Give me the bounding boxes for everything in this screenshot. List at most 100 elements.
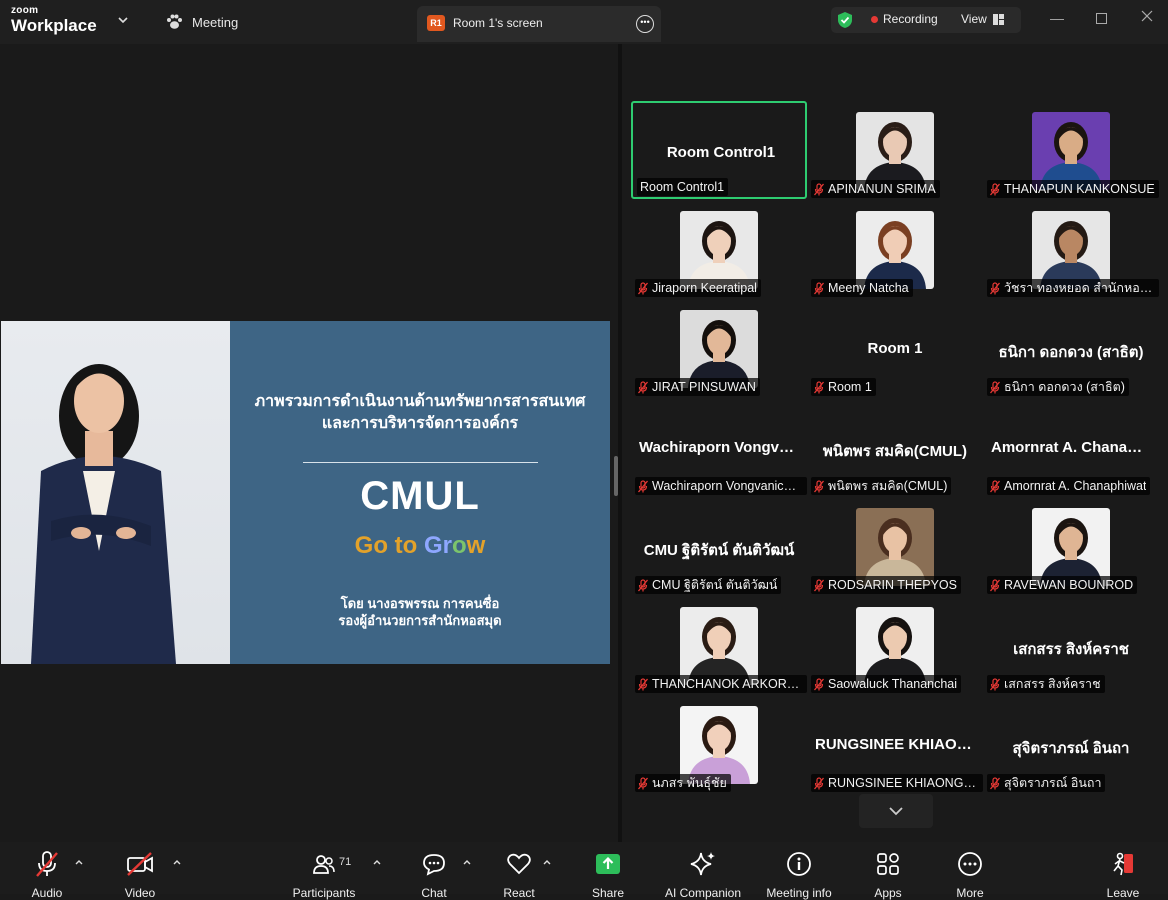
participant-tile[interactable]: RODSARIN THEPYOS: [807, 497, 983, 595]
react-button[interactable]: React: [501, 850, 537, 900]
participant-tile[interactable]: ธนิกา ดอกดวง (สาธิต) ธนิกา ดอกดวง (สาธิต): [983, 299, 1159, 397]
status-bar: Recording View: [831, 7, 1021, 33]
participant-display-name: Room 1: [867, 340, 923, 357]
participant-tile[interactable]: วัชรา ทองหยอด สำนักหอสมุด: [983, 200, 1159, 298]
participant-name-tag: Saowaluck Thananchai: [811, 675, 962, 693]
participant-avatar: [680, 211, 758, 289]
brand-top: zoom: [11, 5, 39, 16]
scroll-down-button[interactable]: [859, 794, 933, 828]
participant-avatar: [680, 310, 758, 388]
microphone-muted-icon: [814, 479, 824, 492]
chevron-down-icon[interactable]: [117, 14, 129, 26]
participant-name-tag: นภสร พันธุ์ชัย: [635, 774, 731, 792]
participant-avatar: [856, 112, 934, 190]
participants-options-caret-icon[interactable]: [372, 858, 382, 866]
participant-tile[interactable]: RAVEWAN BOUNROD: [983, 497, 1159, 595]
view-button[interactable]: View: [961, 12, 1004, 26]
participant-tile[interactable]: APINANUN SRIMA: [807, 101, 983, 199]
info-icon: [787, 852, 811, 876]
presentation-slide: ภาพรวมการดำเนินงานด้านทรัพยากรสารสนเทศ แ…: [1, 321, 610, 664]
participant-tile[interactable]: RUNGSINEE KHIAONGAM RUNGSINEE KHIAONGAM: [807, 695, 983, 793]
video-button[interactable]: Video: [119, 850, 161, 900]
participant-tile[interactable]: Amornrat A. Chanaphiwat Amornrat A. Chana…: [983, 398, 1159, 496]
participant-tile[interactable]: Meeny Natcha: [807, 200, 983, 298]
microphone-muted-icon: [36, 851, 58, 877]
ai-companion-button[interactable]: AI Companion: [661, 850, 745, 900]
chat-button[interactable]: Chat: [416, 850, 452, 900]
tagline-part-a: Go to: [354, 532, 424, 559]
slide-presenter-line1: โดย นางอรพรรณ การคนซื่อ: [340, 596, 500, 611]
participant-name-tag: RAVEWAN BOUNROD: [987, 576, 1138, 594]
participant-name-tag: วัชรา ทองหยอด สำนักหอสมุด: [987, 279, 1159, 297]
slide-presenter: โดย นางอรพรรณ การคนซื่อ รองผู้อำนวยการสำ…: [230, 595, 610, 629]
participant-name: RAVEWAN BOUNROD: [1004, 578, 1134, 592]
apps-button[interactable]: Apps: [870, 850, 906, 900]
participant-tile[interactable]: Saowaluck Thananchai: [807, 596, 983, 694]
tagline-part-b: Gr: [423, 532, 452, 559]
participant-display-name: Wachiraporn Vongvanichphan: [639, 439, 807, 456]
participant-name-tag: สุจิตราภรณ์ อินถา: [987, 774, 1106, 792]
meeting-label: Meeting: [192, 14, 239, 30]
participant-avatar: [1032, 112, 1110, 190]
tagline-part-c: o: [452, 532, 467, 559]
participant-tile[interactable]: THANAPUN KANKONSUE: [983, 101, 1159, 199]
participant-name-tag: Meeny Natcha: [811, 279, 913, 297]
meeting-info-button[interactable]: Meeting info: [762, 850, 836, 900]
participant-tile[interactable]: Jiraporn Keeratipal: [631, 200, 807, 298]
participant-name-tag: THANCHANOK ARKORNSIRI: [635, 675, 807, 693]
microphone-muted-icon: [990, 578, 1000, 591]
participant-tile[interactable]: THANCHANOK ARKORNSIRI: [631, 596, 807, 694]
title-bar: zoom Workplace Meeting R1 Room 1's scree…: [0, 0, 1168, 44]
participant-avatar: [856, 508, 934, 586]
slide-title: CMUL: [360, 474, 480, 518]
chat-icon: [423, 854, 445, 876]
chat-options-caret-icon[interactable]: [462, 858, 472, 866]
participant-name-tag: Room Control1: [637, 178, 729, 196]
participant-display-name: เสกสรร สิงห์คราช: [1013, 641, 1129, 658]
grid-view-icon: [992, 13, 1004, 25]
participant-tile[interactable]: พนิตพร สมคิด(CMUL) พนิตพร สมคิด(CMUL): [807, 398, 983, 496]
share-button[interactable]: Share: [590, 850, 626, 900]
video-options-caret-icon[interactable]: [172, 858, 182, 866]
leave-button[interactable]: Leave: [1105, 850, 1141, 900]
participant-tile[interactable]: เสกสรร สิงห์คราช เสกสรร สิงห์คราช: [983, 596, 1159, 694]
chevron-down-icon: [889, 807, 903, 816]
slide-content-panel: ภาพรวมการดำเนินงานด้านทรัพยากรสารสนเทศ แ…: [230, 321, 610, 664]
recording-label[interactable]: Recording: [883, 12, 938, 26]
participant-name-tag: THANAPUN KANKONSUE: [987, 180, 1159, 198]
minimize-icon[interactable]: —: [1050, 10, 1064, 26]
resize-handle[interactable]: [614, 456, 618, 496]
recording-dot-icon: [871, 16, 878, 23]
meeting-toolbar: Audio Video Participants 71 Chat React S…: [0, 842, 1168, 900]
maximize-icon[interactable]: [1096, 11, 1107, 27]
close-icon[interactable]: [1141, 9, 1153, 25]
more-options-icon[interactable]: •••: [636, 15, 654, 33]
room-badge: R1: [427, 15, 445, 31]
microphone-muted-icon: [990, 380, 1000, 393]
participant-display-name: Amornrat A. Chanaphiwat: [991, 439, 1159, 456]
audio-options-caret-icon[interactable]: [74, 858, 84, 866]
participant-tile[interactable]: Room 1 Room 1: [807, 299, 983, 397]
chat-label: Chat: [421, 886, 447, 900]
participant-tile[interactable]: Room Control1 Room Control1: [631, 101, 807, 199]
participant-tile[interactable]: นภสร พันธุ์ชัย: [631, 695, 807, 793]
participant-avatar: [680, 607, 758, 685]
audio-button[interactable]: Audio: [27, 850, 67, 900]
participant-name: สุจิตราภรณ์ อินถา: [1004, 776, 1102, 790]
participant-tile[interactable]: Wachiraporn Vongvanichphan Wachiraporn Vo…: [631, 398, 807, 496]
react-options-caret-icon[interactable]: [542, 858, 552, 866]
microphone-muted-icon: [638, 776, 648, 789]
participant-count: 71: [339, 856, 352, 868]
participant-tile[interactable]: CMU ฐิติรัตน์ ตันติวัฒน์ CMU ฐิติรัตน์ ตั…: [631, 497, 807, 595]
participant-name-tag: JIRAT PINSUWAN: [635, 378, 760, 396]
participant-tile[interactable]: JIRAT PINSUWAN: [631, 299, 807, 397]
more-button[interactable]: More: [952, 850, 988, 900]
tab-room-screen[interactable]: R1 Room 1's screen •••: [417, 6, 661, 42]
participant-display-name: Room Control1: [666, 144, 776, 161]
participant-name: Room 1: [828, 380, 872, 394]
microphone-muted-icon: [814, 776, 824, 789]
participant-tile[interactable]: สุจิตราภรณ์ อินถา สุจิตราภรณ์ อินถา: [983, 695, 1159, 793]
microphone-muted-icon: [814, 677, 824, 690]
meeting-menu[interactable]: Meeting: [166, 14, 238, 30]
shield-check-icon[interactable]: [837, 11, 853, 29]
